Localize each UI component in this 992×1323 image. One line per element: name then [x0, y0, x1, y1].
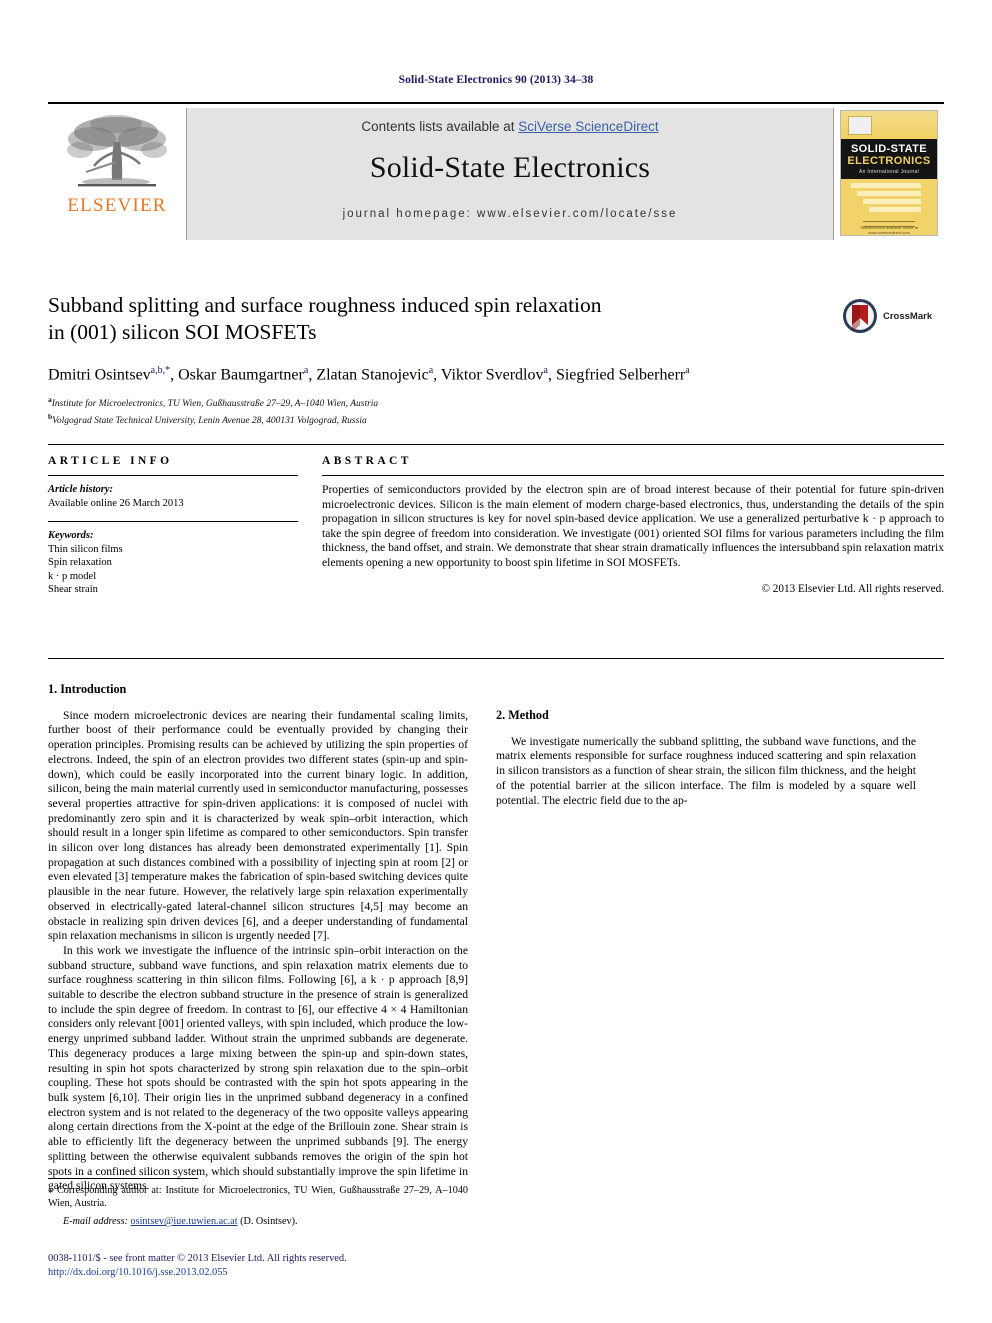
- abstract-copyright: © 2013 Elsevier Ltd. All rights reserved…: [761, 582, 945, 595]
- footnote-block: ⁎ Corresponding author at: Institute for…: [48, 1184, 468, 1228]
- journal-article-page: Solid-State Electronics 90 (2013) 34–38: [0, 0, 992, 1323]
- journal-cover-thumbnail[interactable]: SOLID-STATE ELECTRONICS An International…: [834, 108, 944, 240]
- footnote-rule: [48, 1178, 198, 1179]
- body-column-right: 2. Method We investigate numerically the…: [496, 682, 916, 808]
- cover-title-line1: SOLID-STATE: [850, 143, 928, 155]
- keywords-label: Keywords:: [48, 530, 94, 541]
- author-name[interactable]: Oskar Baumgartner: [178, 366, 304, 383]
- method-paragraph-1: We investigate numerically the subband s…: [496, 734, 916, 807]
- author-name[interactable]: Viktor Sverdlov: [441, 366, 544, 383]
- author-name[interactable]: Siegfried Selberherr: [556, 366, 685, 383]
- keyword-item: Thin silicon films: [48, 543, 123, 555]
- affiliation-item: aInstitute for Microelectronics, TU Wien…: [48, 394, 838, 411]
- crossmark-label: CrossMark: [883, 310, 933, 322]
- elsevier-logo: ELSEVIER: [48, 108, 186, 240]
- journal-masthead: ELSEVIER Contents lists available at Sci…: [48, 102, 944, 240]
- cover-image: SOLID-STATE ELECTRONICS An International…: [840, 110, 938, 236]
- article-title-line2: in (001) silicon SOI MOSFETs: [48, 320, 317, 344]
- article-info-column: ARTICLE INFO Article history: Available …: [48, 455, 298, 597]
- email-label: E-mail address:: [63, 1216, 128, 1227]
- masthead-center: Contents lists available at SciVerse Sci…: [186, 108, 834, 240]
- affiliation-list: aInstitute for Microelectronics, TU Wien…: [48, 394, 838, 427]
- keyword-item: Spin relaxation: [48, 557, 112, 568]
- article-history-group: Article history: Available online 26 Mar…: [48, 483, 298, 510]
- imprint-block: 0038-1101/$ - see front matter © 2013 El…: [48, 1252, 508, 1279]
- email-link[interactable]: osintsev@iue.tuwien.ac.at: [131, 1216, 238, 1227]
- corresponding-author-note: ⁎ Corresponding author at: Institute for…: [48, 1184, 468, 1210]
- abstract-block-top-rule: [48, 444, 944, 445]
- journal-homepage[interactable]: journal homepage: www.elsevier.com/locat…: [343, 208, 678, 220]
- elsevier-tree-icon: [67, 115, 167, 187]
- abstract-text: Properties of semiconductors provided by…: [322, 483, 944, 569]
- affiliation-item: bVolgograd State Technical University, L…: [48, 411, 838, 428]
- intro-paragraph-1: Since modern microelectronic devices are…: [48, 708, 468, 943]
- author-affil-marker: a: [303, 365, 309, 376]
- article-history-value: Available online 26 March 2013: [48, 497, 184, 509]
- affiliation-text: Volgograd State Technical University, Le…: [52, 416, 367, 427]
- cover-footer-text: ScienceDirect available online at www.sc…: [860, 225, 918, 235]
- author-affil-marker: a: [685, 365, 690, 376]
- cover-subtitle: An International Journal: [858, 169, 919, 175]
- article-info-rule: [48, 475, 298, 476]
- contents-lists-line: Contents lists available at SciVerse Sci…: [361, 119, 658, 134]
- section-heading-method: 2. Method: [496, 708, 549, 722]
- crossmark-badge[interactable]: CrossMark: [842, 296, 946, 336]
- issn-copyright-line: 0038-1101/$ - see front matter © 2013 El…: [48, 1253, 347, 1264]
- author-name[interactable]: Zlatan Stanojevic: [316, 366, 428, 383]
- cover-title-line2: ELECTRONICS: [847, 155, 931, 167]
- author-list: Dmitri Osintseva,b,*, Oskar Baumgartnera…: [48, 365, 690, 384]
- title-block: Subband splitting and surface roughness …: [48, 292, 838, 428]
- abstract-heading: ABSTRACT: [322, 455, 412, 467]
- cover-elsevier-mark: [848, 116, 872, 135]
- author-affil-marker: a: [543, 365, 548, 376]
- affiliation-text: Institute for Microelectronics, TU Wien,…: [51, 399, 379, 410]
- crossmark-icon: [843, 299, 877, 333]
- article-history-label: Article history:: [48, 484, 114, 495]
- doi-link[interactable]: http://dx.doi.org/10.1016/j.sse.2013.02.…: [48, 1266, 508, 1280]
- page-title: Subband splitting and surface roughness …: [48, 292, 838, 346]
- author-affil-marker: a: [428, 365, 434, 376]
- cover-stripes: [841, 181, 937, 219]
- author-affil-marker: a,b,*: [150, 365, 171, 376]
- cover-title-band: SOLID-STATE ELECTRONICS An International…: [841, 139, 937, 179]
- journal-title: Solid-State Electronics: [369, 151, 651, 184]
- abstract-rule: [322, 475, 944, 476]
- email-suffix: (D. Osintsev).: [240, 1216, 298, 1227]
- asterisk-icon: ⁎: [48, 1185, 53, 1196]
- email-note: E-mail address: osintsev@iue.tuwien.ac.a…: [48, 1215, 468, 1228]
- contents-prefix: Contents lists available at: [361, 119, 519, 134]
- abstract-column: ABSTRACT Properties of semiconductors pr…: [322, 455, 944, 595]
- body-column-left: 1. Introduction Since modern microelectr…: [48, 682, 468, 1194]
- abstract-block-bottom-rule: [48, 658, 944, 659]
- elsevier-wordmark: ELSEVIER: [67, 195, 167, 216]
- keyword-item: Shear strain: [48, 584, 98, 595]
- article-info-heading: ARTICLE INFO: [48, 455, 173, 467]
- sciencedirect-link[interactable]: SciVerse ScienceDirect: [518, 119, 658, 134]
- keywords-group: Keywords: Thin silicon films Spin relaxa…: [48, 529, 298, 597]
- section-heading-introduction: 1. Introduction: [48, 682, 127, 696]
- intro-paragraph-2-start: In this work we investigate the influenc…: [48, 943, 468, 1193]
- corresponding-author-text: Corresponding author at: Institute for M…: [48, 1185, 469, 1209]
- article-title-line1: Subband splitting and surface roughness …: [48, 293, 602, 317]
- keywords-rule: [48, 521, 298, 522]
- keyword-item: k · p model: [48, 570, 97, 582]
- running-head: Solid-State Electronics 90 (2013) 34–38: [398, 74, 594, 86]
- author-name[interactable]: Dmitri Osintsev: [48, 366, 151, 383]
